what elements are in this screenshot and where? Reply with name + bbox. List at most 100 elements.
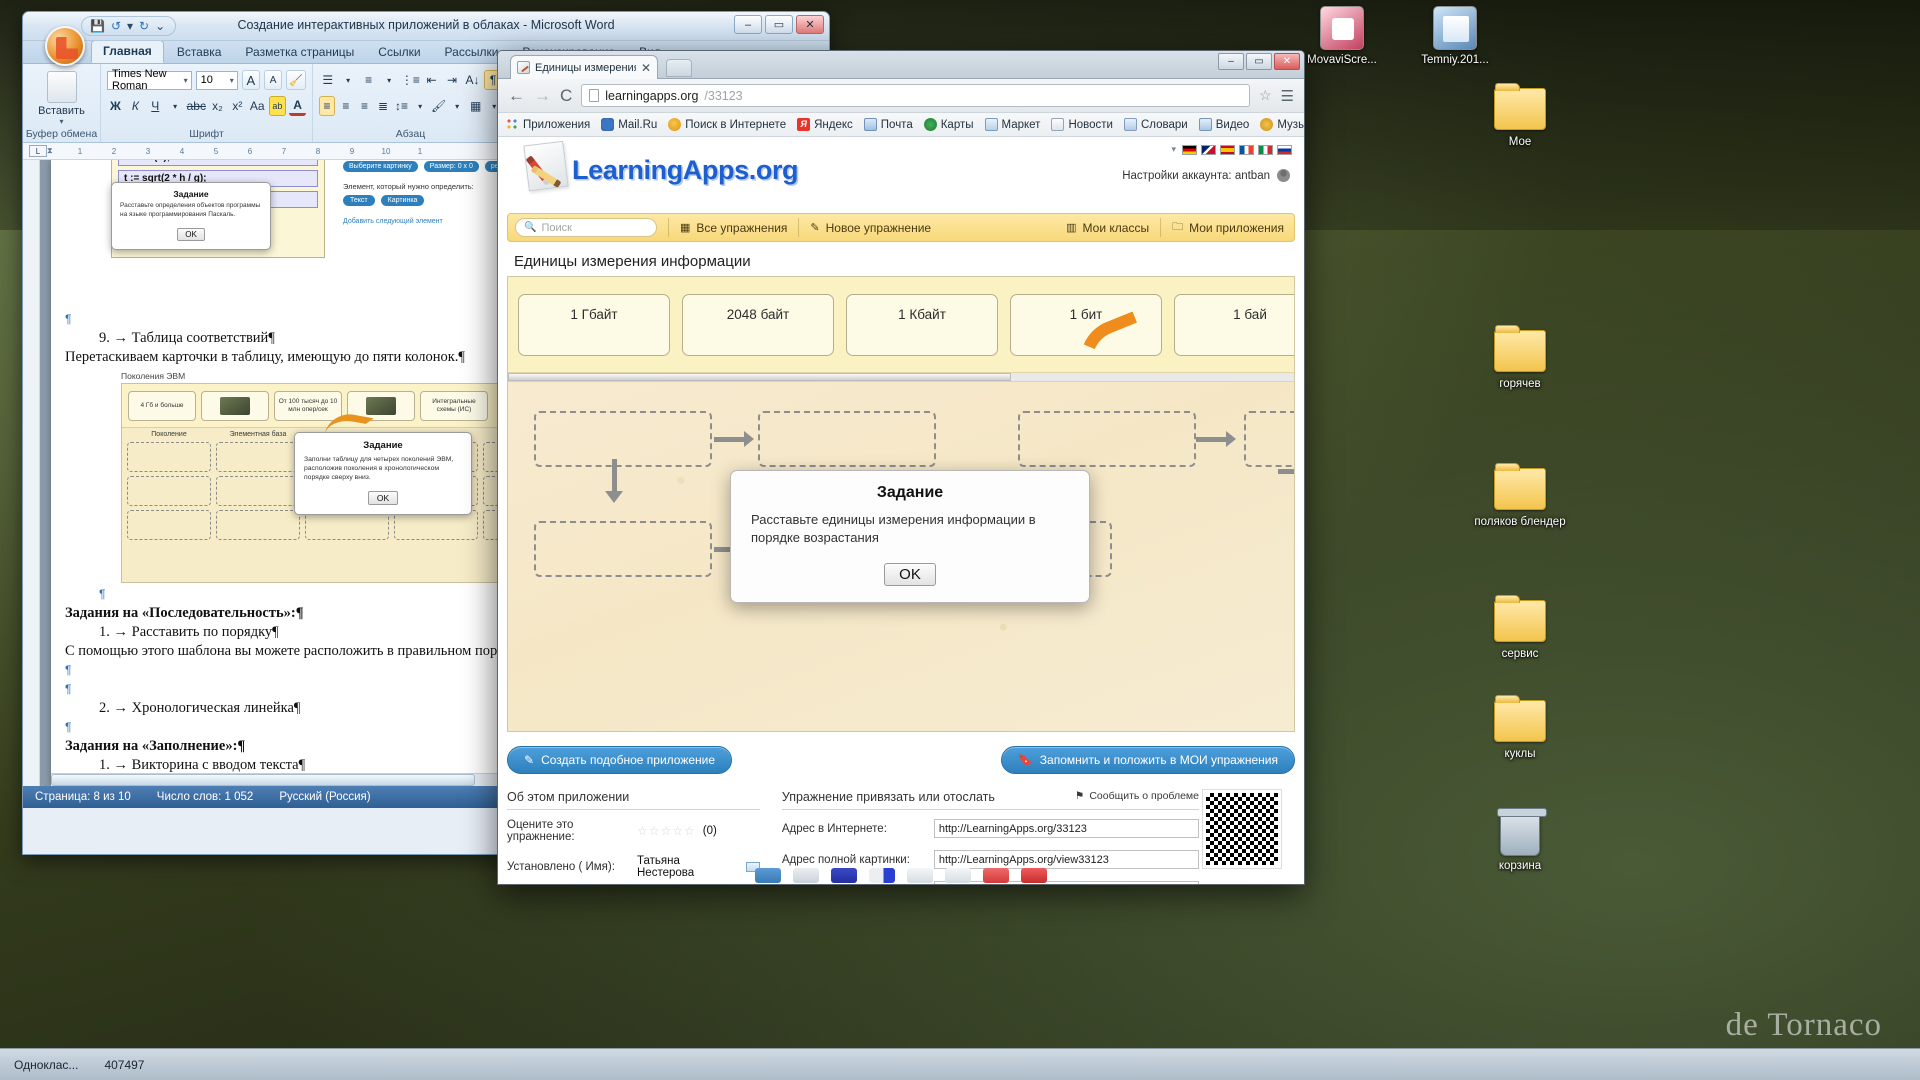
taskbar[interactable]: Одноклас... 407497 — [0, 1048, 1920, 1080]
close-tab-icon[interactable]: ✕ — [641, 61, 651, 75]
chrome-menu-icon[interactable]: ☰ — [1281, 87, 1294, 105]
nav-my-apps[interactable]: 🗀 Мои приложения — [1172, 218, 1284, 237]
taskbar-item-number[interactable]: 407497 — [104, 1058, 144, 1072]
flag-gb-icon[interactable] — [1201, 144, 1216, 155]
grow-font-icon[interactable]: A — [241, 70, 260, 90]
forward-icon[interactable]: → — [534, 87, 551, 104]
desktop-icon-korzina[interactable]: корзина — [1470, 808, 1570, 873]
font-color-button[interactable]: A — [289, 96, 306, 116]
scrollbar-thumb[interactable] — [508, 373, 1012, 381]
paste-icon[interactable] — [46, 71, 77, 103]
maximize-button[interactable]: ▭ — [1246, 53, 1272, 70]
shrink-font-icon[interactable]: A — [263, 70, 283, 90]
line-spacing-icon[interactable]: ↕≡ — [394, 96, 410, 116]
nav-all-exercises[interactable]: ▦ Все упражнения — [680, 221, 787, 235]
new-tab-button[interactable] — [666, 59, 692, 77]
desktop-icon-polyakov[interactable]: поляков блендер — [1470, 463, 1570, 529]
app-horizontal-scrollbar[interactable] — [508, 373, 1294, 382]
clear-formatting-icon[interactable]: 🧹 — [286, 70, 307, 90]
italic-button[interactable]: К — [127, 96, 144, 116]
flag-it-icon[interactable] — [1258, 144, 1273, 155]
draggable-card[interactable]: 1 Гбайт — [518, 293, 670, 356]
desktop-icon-servis[interactable]: сервис — [1470, 595, 1570, 661]
borders-icon[interactable]: ▦ — [468, 96, 484, 116]
align-left-icon[interactable]: ≡ — [319, 96, 336, 116]
shading-icon[interactable]: 🖌 — [431, 96, 447, 116]
shading-dropdown-icon[interactable]: ▾ — [449, 96, 465, 116]
address-bar[interactable]: learningapps.org/33123 — [581, 84, 1250, 107]
back-icon[interactable]: ← — [508, 87, 525, 104]
bullet-dropdown-icon[interactable]: ▾ — [339, 70, 356, 90]
bookmark-mailru[interactable]: Mail.Ru — [601, 118, 657, 131]
scrollbar-thumb[interactable] — [51, 774, 476, 786]
bookmark-novosti[interactable]: Новости — [1051, 118, 1113, 131]
bold-button[interactable]: Ж — [107, 96, 124, 116]
language-dropdown-icon[interactable]: ▾ — [1171, 144, 1176, 155]
maximize-button[interactable]: ▭ — [765, 15, 793, 34]
window-controls[interactable]: – ▭ ✕ — [734, 15, 824, 34]
desktop-icon-kukly[interactable]: куклы — [1470, 695, 1570, 761]
flag-es-icon[interactable] — [1220, 144, 1235, 155]
strikethrough-button[interactable]: abc — [187, 96, 206, 116]
page-info-icon[interactable] — [589, 89, 600, 102]
social-button[interactable] — [793, 868, 819, 883]
save-to-my-apps-button[interactable]: 🔖 Запомнить и положить в МОИ упражнения — [1000, 746, 1295, 774]
minimize-button[interactable]: – — [734, 15, 762, 34]
tab-vstavka[interactable]: Вставка — [166, 42, 233, 63]
drop-slot[interactable] — [1244, 411, 1294, 467]
rate-row[interactable]: Оцените это упражнение: ☆☆☆☆☆ (0) — [507, 819, 760, 843]
tab-razmetka[interactable]: Разметка страницы — [234, 42, 365, 63]
browser-tab[interactable]: Единицы измерения инф ✕ — [510, 55, 658, 79]
drop-slot[interactable] — [534, 521, 712, 577]
drop-slot[interactable] — [1018, 411, 1196, 467]
bookmark-slovari[interactable]: Словари — [1123, 118, 1188, 131]
social-button[interactable] — [755, 868, 781, 883]
paste-label[interactable]: Вставить — [29, 105, 94, 117]
chrome-window[interactable]: Единицы измерения инф ✕ – ▭ ✕ ← → C lear… — [497, 50, 1305, 885]
bookmark-poisk[interactable]: Поиск в Интернете — [668, 118, 786, 131]
social-button[interactable] — [945, 868, 971, 883]
drop-area[interactable]: Задание Расставьте единицы измерения инф… — [508, 373, 1294, 731]
bookmark-karty[interactable]: Карты — [923, 118, 974, 131]
align-center-icon[interactable]: ≡ — [338, 96, 354, 116]
numbering-dropdown-icon[interactable]: ▾ — [380, 70, 397, 90]
social-share-row[interactable] — [498, 868, 1304, 884]
underline-button[interactable]: Ч — [147, 96, 164, 116]
exercise-actions[interactable]: ✎ Создать подобное приложение 🔖 Запомнит… — [507, 746, 1295, 774]
embedded-task-ok-button[interactable]: OK — [367, 491, 399, 505]
reload-icon[interactable]: C — [560, 87, 572, 104]
decrease-indent-icon[interactable]: ⇤ — [423, 70, 440, 90]
paste-dropdown-icon[interactable]: ▾ — [29, 117, 94, 126]
bookmark-muzyka[interactable]: Музыка — [1260, 118, 1304, 131]
search-box[interactable]: 🔍 Поиск — [515, 218, 657, 237]
subscript-button[interactable]: x₂ — [209, 96, 226, 116]
task-modal[interactable]: Задание Расставьте единицы измерения инф… — [730, 470, 1090, 603]
change-case-button[interactable]: Aa — [249, 96, 266, 116]
bookmarks-bar[interactable]: Приложения Mail.Ru Поиск в Интернете Я Ян… — [498, 113, 1304, 137]
multilevel-list-icon[interactable]: ⋮≡ — [401, 70, 420, 90]
taskbar-item-odnoklas[interactable]: Одноклас... — [14, 1058, 78, 1072]
language-switcher[interactable]: ▾ — [1171, 144, 1292, 155]
drop-slot[interactable] — [758, 411, 936, 467]
site-logo[interactable]: LearningApps.org — [520, 140, 799, 199]
embedded-dialog-ok-button[interactable]: OK — [177, 228, 205, 241]
sort-icon[interactable]: А↓ — [464, 70, 481, 90]
tab-strip[interactable]: Единицы измерения инф ✕ – ▭ ✕ — [498, 51, 1304, 79]
url-input[interactable]: http://LearningApps.org/33123 — [933, 819, 1199, 838]
align-right-icon[interactable]: ≡ — [357, 96, 373, 116]
bookmark-yandex[interactable]: Я Яндекс — [797, 118, 853, 131]
account-settings-link[interactable]: Настройки аккаунта: antban — [1122, 169, 1290, 182]
flag-de-icon[interactable] — [1182, 144, 1197, 155]
superscript-button[interactable]: x² — [229, 96, 246, 116]
office-button[interactable] — [45, 26, 85, 66]
site-navigation[interactable]: 🔍 Поиск ▦ Все упражнения ✎ Новое упражне… — [507, 213, 1295, 242]
desktop-icon-movavi[interactable]: MovaviScre... — [1292, 6, 1392, 67]
flag-ru-icon[interactable] — [1277, 144, 1292, 155]
flag-fr-icon[interactable] — [1239, 144, 1254, 155]
line-spacing-dropdown-icon[interactable]: ▾ — [412, 96, 428, 116]
drop-slot[interactable] — [534, 411, 712, 467]
font-size-select[interactable]: 10 — [195, 70, 238, 90]
bullet-list-icon[interactable]: ☰ — [319, 70, 336, 90]
social-button[interactable] — [831, 868, 857, 883]
learningapps-page[interactable]: LearningApps.org ▾ Настройки аккаунта: a… — [498, 137, 1304, 884]
